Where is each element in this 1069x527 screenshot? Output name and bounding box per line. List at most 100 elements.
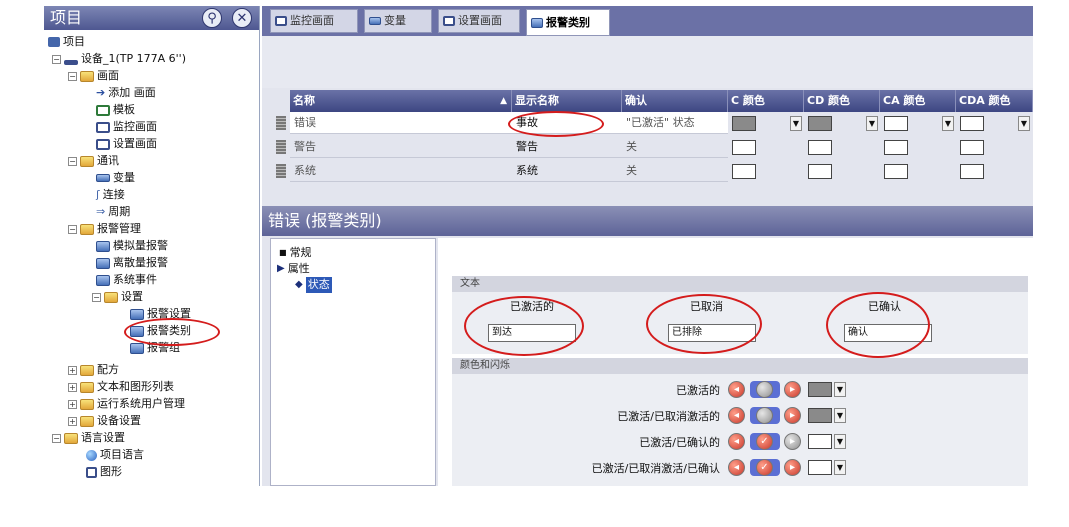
tree-runtime-user-admin[interactable]: + 运行系统用户管理 xyxy=(68,396,185,412)
dropdown-arrow-icon[interactable]: ▼ xyxy=(834,434,846,449)
dropdown-arrow-icon[interactable]: ▼ xyxy=(834,460,846,475)
c-color-swatch[interactable] xyxy=(732,164,756,179)
c-color-swatch[interactable] xyxy=(732,116,756,131)
next-color-icon[interactable]: ▸ xyxy=(784,381,801,398)
cell-ack[interactable]: 关 xyxy=(622,160,728,182)
color-swatch[interactable] xyxy=(808,382,832,397)
prev-color-icon[interactable]: ◂ xyxy=(728,433,745,450)
cell-ack[interactable]: 关 xyxy=(622,136,728,158)
tab-alarm-classes[interactable]: 报警类别 xyxy=(526,9,610,36)
col-header-cda-color[interactable]: CDA 颜色 xyxy=(956,90,1033,112)
collapse-icon[interactable]: − xyxy=(68,156,77,166)
tree-discrete-alarms[interactable]: 离散量报警 xyxy=(96,255,168,271)
row-marker[interactable] xyxy=(276,164,286,178)
tree-system-events[interactable]: 系统事件 xyxy=(96,272,157,288)
col-header-name[interactable]: 名称 ▲ xyxy=(290,90,512,112)
tree-alarm-classes[interactable]: 报警类别 xyxy=(130,323,191,339)
cell-display[interactable]: 警告 xyxy=(512,136,622,158)
cda-color-swatch[interactable] xyxy=(960,140,984,155)
collapse-icon[interactable]: − xyxy=(68,71,77,81)
row-marker[interactable] xyxy=(276,116,286,130)
row-marker[interactable] xyxy=(276,140,286,154)
prev-color-icon[interactable]: ◂ xyxy=(728,407,745,424)
col-header-cd-color[interactable]: CD 颜色 xyxy=(804,90,880,112)
col-header-ack[interactable]: 确认 xyxy=(622,90,728,112)
tree-recipes[interactable]: + 配方 xyxy=(68,362,119,378)
tab-setup-screen[interactable]: 设置画面 xyxy=(438,9,520,33)
dropdown-arrow-icon[interactable]: ▼ xyxy=(942,116,954,131)
nav-state[interactable]: ◆ 状态 xyxy=(295,277,332,293)
tree-text-graphic-lists[interactable]: + 文本和图形列表 xyxy=(68,379,174,395)
dropdown-arrow-icon[interactable]: ▼ xyxy=(1018,116,1030,131)
prev-color-icon[interactable]: ◂ xyxy=(728,381,745,398)
next-color-icon[interactable]: ▸ xyxy=(784,433,801,450)
cda-color-swatch[interactable] xyxy=(960,164,984,179)
tree-alarm-groups[interactable]: 报警组 xyxy=(130,340,180,356)
flash-off-icon[interactable] xyxy=(756,381,773,398)
tree-setup-screen[interactable]: 设置画面 xyxy=(96,136,157,152)
tree-settings[interactable]: − 设置 xyxy=(92,289,143,305)
col-header-display[interactable]: 显示名称 xyxy=(512,90,622,112)
acknowledged-text-input[interactable]: 确认 xyxy=(844,324,932,342)
cd-color-swatch[interactable] xyxy=(808,164,832,179)
cell-ack[interactable]: "已激活" 状态 xyxy=(622,112,728,134)
flash-on-check-icon[interactable]: ✓ xyxy=(756,459,773,476)
ca-color-swatch[interactable] xyxy=(884,164,908,179)
flash-off-icon[interactable] xyxy=(756,407,773,424)
tree-alarm-settings[interactable]: 报警设置 xyxy=(130,306,191,322)
tree-analog-alarms[interactable]: 模拟量报警 xyxy=(96,238,168,254)
tree-device-settings[interactable]: + 设备设置 xyxy=(68,413,141,429)
tree-add-screen[interactable]: ➔ 添加 画面 xyxy=(96,85,156,101)
collapse-icon[interactable]: − xyxy=(52,433,61,443)
tree-cycles[interactable]: ⇒ 周期 xyxy=(96,204,130,220)
tree-comm[interactable]: − 通讯 xyxy=(68,153,119,169)
tree-language-settings[interactable]: − 语言设置 xyxy=(52,430,125,446)
cleared-text-input[interactable]: 已排除 xyxy=(668,324,756,342)
cd-color-swatch[interactable] xyxy=(808,116,832,131)
cell-name[interactable]: 系统 xyxy=(290,160,512,182)
cell-display[interactable]: 事故 xyxy=(512,112,622,134)
ca-color-swatch[interactable] xyxy=(884,116,908,131)
pin-icon[interactable]: ⚲ xyxy=(202,8,222,28)
tab-monitor-screen[interactable]: 监控画面 xyxy=(270,9,358,33)
color-swatch[interactable] xyxy=(808,434,832,449)
dropdown-arrow-icon[interactable]: ▼ xyxy=(866,116,878,131)
tree-alarm-mgmt[interactable]: − 报警管理 xyxy=(68,221,141,237)
dropdown-arrow-icon[interactable]: ▼ xyxy=(834,408,846,423)
color-swatch[interactable] xyxy=(808,408,832,423)
expand-icon[interactable]: + xyxy=(68,365,77,375)
cell-display[interactable]: 系统 xyxy=(512,160,622,182)
tree-root[interactable]: 项目 xyxy=(48,34,85,50)
activated-text-input[interactable]: 到达 xyxy=(488,324,576,342)
collapse-icon[interactable]: − xyxy=(52,54,61,64)
col-header-c-color[interactable]: C 颜色 xyxy=(728,90,804,112)
cd-color-swatch[interactable] xyxy=(808,140,832,155)
cda-color-swatch[interactable] xyxy=(960,116,984,131)
ca-color-swatch[interactable] xyxy=(884,140,908,155)
expand-icon[interactable]: + xyxy=(68,382,77,392)
expand-icon[interactable]: + xyxy=(68,399,77,409)
tree-screens[interactable]: − 画面 xyxy=(68,68,119,84)
col-header-ca-color[interactable]: CA 颜色 xyxy=(880,90,956,112)
tree-tags[interactable]: 变量 xyxy=(96,170,135,186)
cell-name[interactable]: 错误 xyxy=(290,112,512,134)
dropdown-arrow-icon[interactable]: ▼ xyxy=(834,382,846,397)
tree-project-languages[interactable]: 项目语言 xyxy=(86,447,144,463)
tree-template[interactable]: 模板 xyxy=(96,102,135,118)
tree-monitor-screen[interactable]: 监控画面 xyxy=(96,119,157,135)
prev-color-icon[interactable]: ◂ xyxy=(728,459,745,476)
tree-connections[interactable]: ʃ 连接 xyxy=(96,187,125,203)
collapse-icon[interactable]: − xyxy=(68,224,77,234)
collapse-icon[interactable]: − xyxy=(92,292,101,302)
tab-tags[interactable]: 变量 xyxy=(364,9,432,33)
dropdown-arrow-icon[interactable]: ▼ xyxy=(790,116,802,131)
next-color-icon[interactable]: ▸ xyxy=(784,407,801,424)
close-icon[interactable]: ✕ xyxy=(232,8,252,28)
color-swatch[interactable] xyxy=(808,460,832,475)
cell-name[interactable]: 警告 xyxy=(290,136,512,158)
expand-icon[interactable]: + xyxy=(68,416,77,426)
c-color-swatch[interactable] xyxy=(732,140,756,155)
tree-device[interactable]: − 设备_1(TP 177A 6'') xyxy=(52,51,186,67)
nav-properties[interactable]: ▶ 属性 xyxy=(277,261,310,277)
flash-on-check-icon[interactable]: ✓ xyxy=(756,433,773,450)
